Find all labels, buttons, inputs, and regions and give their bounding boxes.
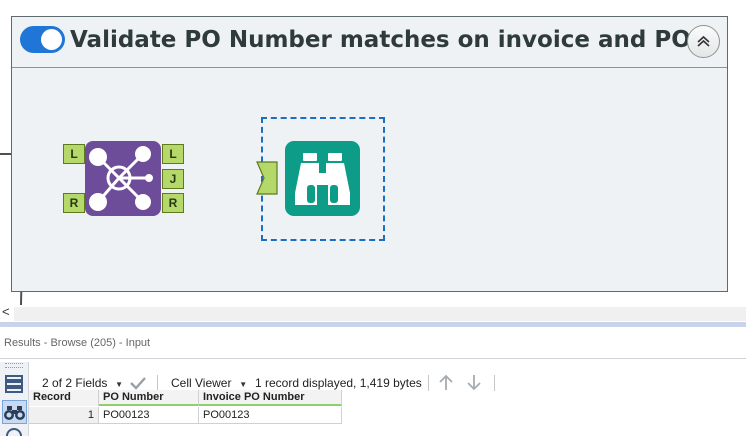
data-view-button[interactable]: [2, 400, 27, 424]
checkmark-icon[interactable]: [129, 375, 147, 391]
toolbar-separator: [428, 375, 429, 391]
results-divider: [0, 358, 746, 359]
results-grid: Record PO Number Invoice PO Number 1 PO0…: [29, 390, 342, 425]
cell-record[interactable]: 1: [29, 407, 99, 424]
cell-viewer-dropdown[interactable]: Cell Viewer ▼: [171, 376, 247, 390]
browse-tool[interactable]: [285, 141, 360, 216]
join-tool[interactable]: [85, 141, 161, 216]
toolbar-separator: [494, 375, 495, 391]
container-title: Validate PO Number matches on invoice an…: [70, 27, 691, 53]
join-input-anchor-right[interactable]: R: [63, 193, 85, 213]
chevron-up-double-icon: [697, 35, 710, 47]
column-header-record[interactable]: Record: [29, 390, 99, 406]
caret-down-icon: ▼: [110, 380, 124, 389]
arrow-up-icon[interactable]: [437, 374, 455, 391]
column-header-po-number[interactable]: PO Number: [99, 390, 199, 406]
cell-po-number[interactable]: PO00123: [99, 407, 199, 424]
binoculars-icon: [295, 153, 350, 205]
cell-invoice-po-number[interactable]: PO00123: [199, 407, 342, 424]
scroll-left-arrow[interactable]: <: [2, 304, 10, 319]
grip-handle[interactable]: [5, 363, 23, 368]
browse-input-anchor[interactable]: [255, 160, 283, 196]
fields-label: 2 of 2 Fields: [42, 376, 108, 390]
toggle-knob: [41, 29, 62, 50]
fields-selector[interactable]: 2 of 2 Fields ▼: [42, 376, 123, 390]
results-splitter[interactable]: [0, 322, 746, 327]
join-output-anchor-left[interactable]: L: [162, 144, 184, 164]
metadata-view-icon[interactable]: [5, 428, 23, 436]
canvas-horizontal-scrollbar[interactable]: [14, 307, 746, 321]
cell-viewer-label: Cell Viewer: [171, 376, 232, 390]
binoculars-icon: [4, 406, 25, 420]
list-view-icon[interactable]: [4, 374, 24, 394]
arrow-down-icon[interactable]: [465, 374, 483, 391]
join-output-anchor-join[interactable]: J: [162, 169, 184, 189]
column-header-invoice-po-number[interactable]: Invoice PO Number: [199, 390, 342, 406]
join-icon: [89, 146, 153, 211]
caret-down-icon: ▼: [234, 380, 248, 389]
collapse-container-button[interactable]: [687, 25, 720, 58]
join-output-anchor-right[interactable]: R: [162, 193, 184, 213]
container-header: Validate PO Number matches on invoice an…: [12, 17, 727, 68]
results-window-title: Results - Browse (205) - Input: [4, 337, 151, 349]
container-enable-toggle[interactable]: [20, 26, 65, 53]
join-input-anchor-left[interactable]: L: [63, 144, 85, 164]
record-summary: 1 record displayed, 1,419 bytes: [255, 376, 422, 390]
toolbar-separator: [157, 375, 158, 391]
